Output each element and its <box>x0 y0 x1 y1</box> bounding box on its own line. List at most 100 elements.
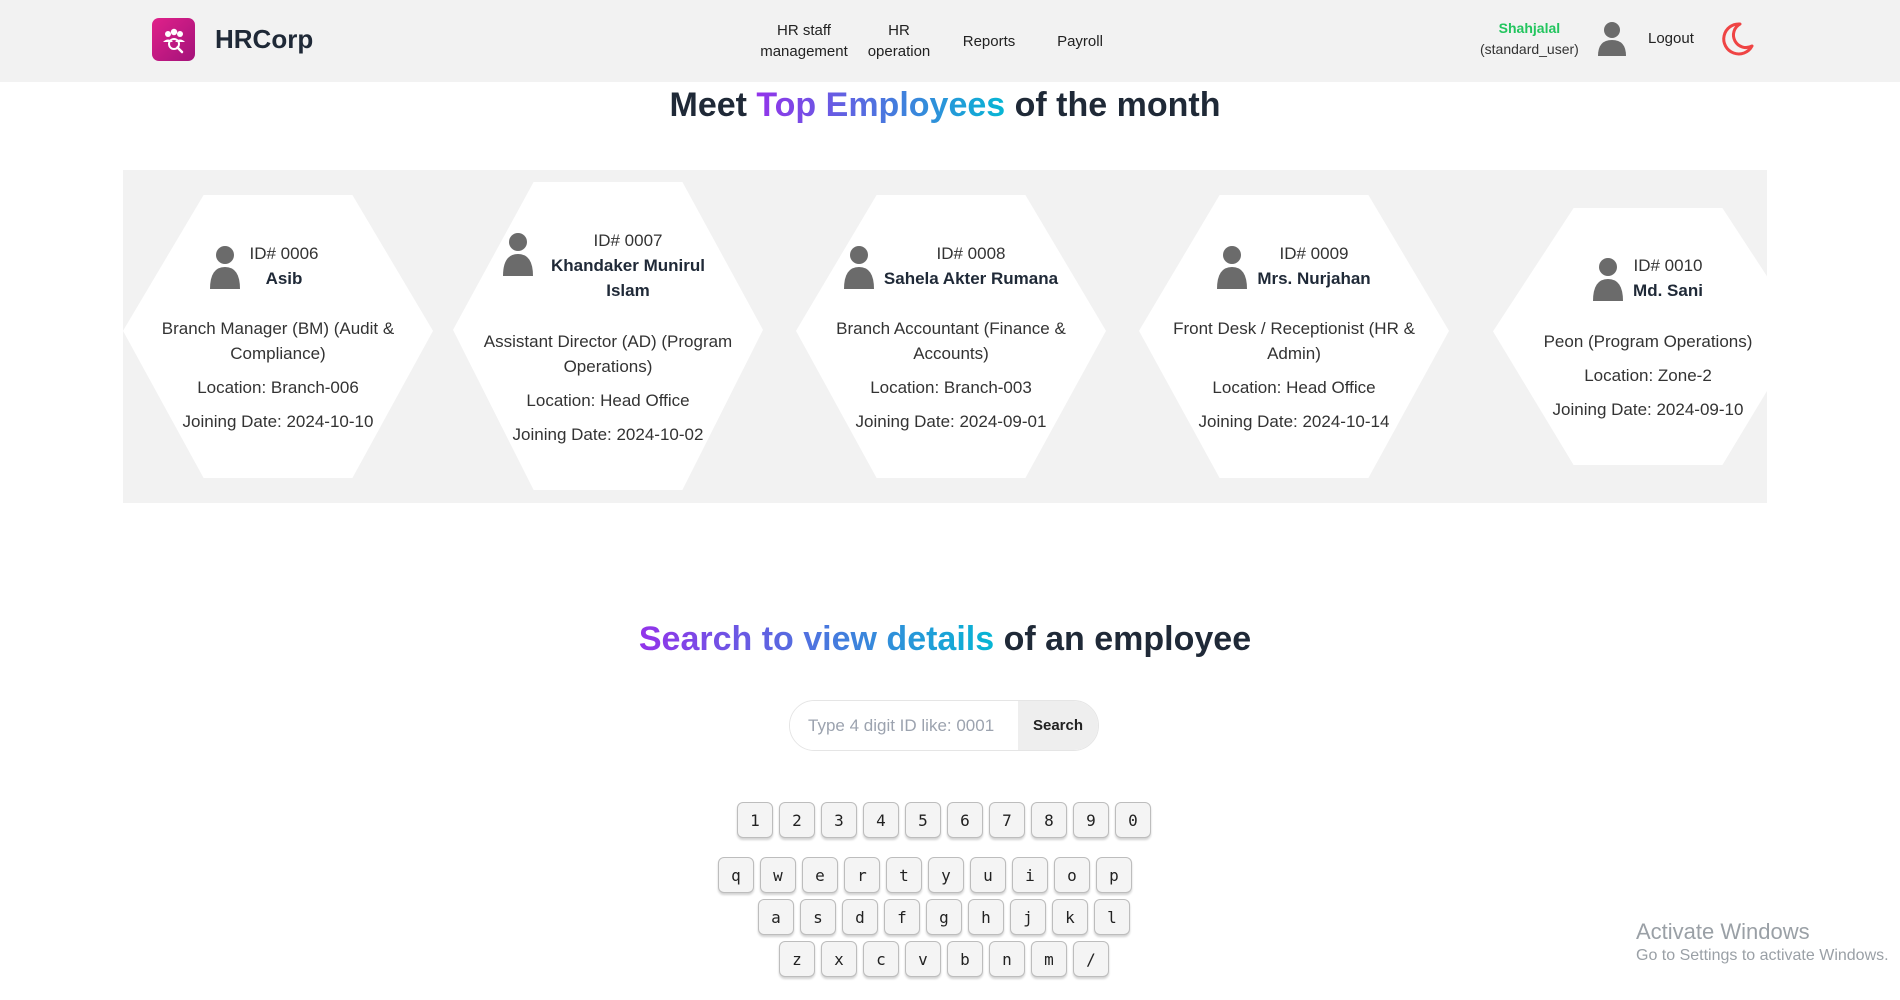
employee-role: Front Desk / Receptionist (HR & Admin) <box>1173 319 1415 363</box>
heading-highlight: Search to view details <box>638 620 995 658</box>
nav-link-reports[interactable]: Reports <box>946 31 1032 52</box>
nav-link-label-line2: management <box>760 43 848 60</box>
employee-name: Khandaker Munirul Islam <box>551 256 705 300</box>
watermark-subtitle: Go to Settings to activate Windows. <box>1636 947 1889 964</box>
key-5[interactable]: 5 <box>905 802 941 838</box>
heading-highlight: Top Employees <box>756 86 1006 124</box>
employee-joining-date: Joining Date: 2024-10-02 <box>512 425 704 444</box>
key-n[interactable]: n <box>989 941 1025 977</box>
employee-card[interactable]: ID# 0009 Mrs. Nurjahan Front Desk / Rece… <box>1139 195 1449 478</box>
employee-avatar-icon <box>1217 246 1248 289</box>
key-8[interactable]: 8 <box>1031 802 1067 838</box>
user-name: Shahjalal <box>1498 20 1561 36</box>
employee-id-name: ID# 0008 Sahela Akter Rumana <box>884 241 1058 291</box>
search-button[interactable]: Search <box>1018 701 1098 750</box>
employee-id: ID# 0010 <box>1633 256 1703 275</box>
employee-card[interactable]: ID# 0010 Md. Sani Peon (Program Operatio… <box>1493 208 1767 465</box>
employee-id-name: ID# 0009 Mrs. Nurjahan <box>1257 241 1370 291</box>
heading-text: of the month <box>1005 86 1221 124</box>
employee-card[interactable]: ID# 0008 Sahela Akter Rumana Branch Acco… <box>796 195 1106 478</box>
employee-name: Sahela Akter Rumana <box>883 269 1059 288</box>
key-slash[interactable]: / <box>1073 941 1109 977</box>
key-f[interactable]: f <box>884 899 920 935</box>
key-9[interactable]: 9 <box>1073 802 1109 838</box>
key-y[interactable]: y <box>928 857 964 893</box>
employee-id: ID# 0007 <box>593 231 663 250</box>
employee-joining-date: Joining Date: 2024-09-01 <box>855 412 1047 431</box>
employee-id-name: ID# 0007 Khandaker Munirul Islam <box>543 228 713 303</box>
employee-details: Peon (Program Operations) Location: Zone… <box>1523 329 1767 431</box>
key-1[interactable]: 1 <box>737 802 773 838</box>
search-heading: Search to view details of an employee <box>0 620 1890 659</box>
employee-location: Location: Head Office <box>1212 378 1376 397</box>
employee-details: Branch Accountant (Finance & Accounts) L… <box>826 316 1076 443</box>
employee-card-header: ID# 0009 Mrs. Nurjahan <box>1139 241 1449 291</box>
employee-id-search-input[interactable] <box>790 701 1018 750</box>
heading-text: Meet <box>669 86 757 124</box>
key-7[interactable]: 7 <box>989 802 1025 838</box>
employee-details: Front Desk / Receptionist (HR & Admin) L… <box>1169 316 1419 443</box>
employee-details: Branch Manager (BM) (Audit & Compliance)… <box>153 316 403 443</box>
key-b[interactable]: b <box>947 941 983 977</box>
logout-button[interactable]: Logout <box>1648 30 1694 47</box>
top-employees-carousel: ID# 0006 Asib Branch Manager (BM) (Audit… <box>123 170 1767 503</box>
key-j[interactable]: j <box>1010 899 1046 935</box>
employee-id-name: ID# 0010 Md. Sani <box>1633 253 1703 303</box>
employee-avatar-icon <box>1593 258 1624 301</box>
nav-link-label: Reports <box>962 32 1016 50</box>
key-3[interactable]: 3 <box>821 802 857 838</box>
dark-mode-toggle-icon[interactable] <box>1718 20 1756 63</box>
key-2[interactable]: 2 <box>779 802 815 838</box>
nav-links: HR staff management HR operation Reports… <box>750 0 1120 82</box>
user-avatar-icon[interactable] <box>1596 20 1628 63</box>
key-h[interactable]: h <box>968 899 1004 935</box>
key-6[interactable]: 6 <box>947 802 983 838</box>
key-o[interactable]: o <box>1054 857 1090 893</box>
nav-link-hr-operation[interactable]: HR operation <box>864 20 934 62</box>
key-g[interactable]: g <box>926 899 962 935</box>
key-i[interactable]: i <box>1012 857 1048 893</box>
key-4[interactable]: 4 <box>863 802 899 838</box>
nav-link-payroll[interactable]: Payroll <box>1040 31 1120 52</box>
employee-card[interactable]: ID# 0006 Asib Branch Manager (BM) (Audit… <box>123 195 433 478</box>
key-r[interactable]: r <box>844 857 880 893</box>
employee-role: Branch Accountant (Finance & Accounts) <box>836 319 1066 363</box>
nav-link-hr-staff-management[interactable]: HR staff management <box>750 20 858 62</box>
key-m[interactable]: m <box>1031 941 1067 977</box>
employee-avatar-icon <box>843 246 874 289</box>
employee-role: Assistant Director (AD) (Program Operati… <box>483 332 733 376</box>
key-z[interactable]: z <box>779 941 815 977</box>
key-s[interactable]: s <box>800 899 836 935</box>
key-x[interactable]: x <box>821 941 857 977</box>
employee-details: Assistant Director (AD) (Program Operati… <box>483 329 733 456</box>
employee-location: Location: Zone-2 <box>1584 366 1712 385</box>
key-d[interactable]: d <box>842 899 878 935</box>
hr-logo-icon <box>152 18 195 61</box>
employee-joining-date: Joining Date: 2024-10-10 <box>182 412 374 431</box>
heading-text: of an employee <box>994 620 1252 658</box>
key-a[interactable]: a <box>758 899 794 935</box>
employee-card-header: ID# 0008 Sahela Akter Rumana <box>796 241 1106 291</box>
key-w[interactable]: w <box>760 857 796 893</box>
top-navbar: HRCorp HR staff management HR operation … <box>0 0 1900 82</box>
key-p[interactable]: p <box>1096 857 1132 893</box>
key-t[interactable]: t <box>886 857 922 893</box>
employee-card[interactable]: ID# 0007 Khandaker Munirul Islam Assista… <box>453 182 763 490</box>
key-v[interactable]: v <box>905 941 941 977</box>
brand[interactable]: HRCorp <box>152 18 313 61</box>
key-l[interactable]: l <box>1094 899 1130 935</box>
key-q[interactable]: q <box>718 857 754 893</box>
employee-search-form: Search <box>789 700 1099 751</box>
key-c[interactable]: c <box>863 941 899 977</box>
key-u[interactable]: u <box>970 857 1006 893</box>
employee-id: ID# 0009 <box>1279 244 1349 263</box>
key-e[interactable]: e <box>802 857 838 893</box>
key-0[interactable]: 0 <box>1115 802 1151 838</box>
brand-name: HRCorp <box>215 24 314 54</box>
key-k[interactable]: k <box>1052 899 1088 935</box>
watermark-title: Activate Windows <box>1636 919 1810 944</box>
user-role: (standard_user) <box>1480 41 1579 57</box>
activate-windows-watermark: Activate Windows Go to Settings to activ… <box>1636 918 1889 966</box>
user-info: Shahjalal (standard_user) <box>1480 18 1579 60</box>
employee-location: Location: Branch-006 <box>197 378 359 397</box>
